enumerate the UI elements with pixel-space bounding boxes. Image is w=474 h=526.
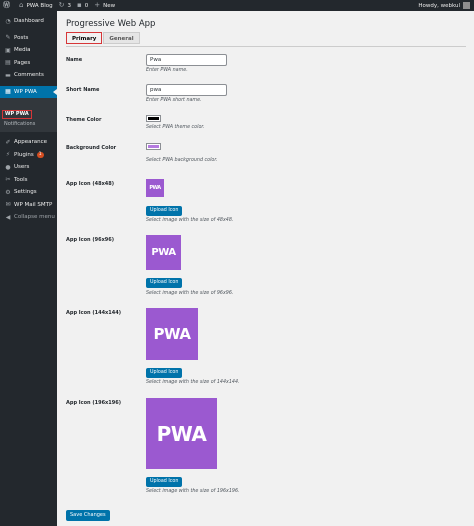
upload-icon-196-button[interactable]: Upload Icon bbox=[146, 477, 183, 487]
app-icon-144-description: Select image with the size of 144x144. bbox=[146, 380, 240, 385]
sidebar-item-label: Appearance bbox=[14, 139, 48, 146]
tab-primary[interactable]: Primary bbox=[66, 32, 103, 44]
pwa-menu-icon: ▦ bbox=[5, 88, 11, 96]
new-label: New bbox=[103, 2, 116, 9]
sidebar-item-label: Plugins bbox=[14, 151, 34, 158]
home-icon: ⌂ bbox=[19, 1, 24, 9]
background-color-picker[interactable] bbox=[146, 143, 161, 150]
theme-color-swatch bbox=[148, 117, 159, 120]
greeting: Howdy, webkul bbox=[418, 2, 460, 9]
theme-color-label: Theme Color bbox=[66, 117, 102, 123]
pwa-icon-96-preview: PWA bbox=[146, 235, 181, 270]
sidebar-item-label: Comments bbox=[14, 72, 44, 79]
settings-tabs: Primary General bbox=[66, 32, 141, 44]
name-input[interactable]: Pwa bbox=[146, 54, 227, 66]
sidebar-item-media[interactable]: ▣ Media bbox=[0, 44, 57, 57]
theme-color-picker[interactable] bbox=[146, 115, 161, 122]
sidebar-item-label: Dashboard bbox=[14, 18, 44, 25]
sidebar-item-posts[interactable]: ✎ Posts bbox=[0, 32, 57, 45]
app-icon-48-description: Select image with the size of 48x48. bbox=[146, 218, 234, 223]
short-name-label: Short Name bbox=[66, 87, 100, 93]
new-content-link[interactable]: + New bbox=[94, 0, 115, 11]
mail-icon: ✉ bbox=[5, 201, 11, 209]
sidebar-item-label: Media bbox=[14, 47, 31, 54]
wordpress-logo-icon[interactable]: Ⓦ bbox=[3, 0, 13, 11]
account-menu[interactable]: Howdy, webkul bbox=[418, 0, 470, 11]
sidebar-item-dashboard[interactable]: ◔ Dashboard bbox=[0, 15, 57, 28]
name-label: Name bbox=[66, 57, 83, 63]
sidebar-item-label: Collapse menu bbox=[14, 214, 55, 221]
short-name-description: Enter PWA short name. bbox=[146, 98, 202, 103]
sidebar-item-label: Settings bbox=[14, 189, 37, 196]
avatar bbox=[463, 2, 470, 9]
submenu-item-wp-pwa[interactable]: WP PWA bbox=[2, 110, 32, 119]
pwa-icon-48-preview: PWA bbox=[146, 179, 164, 197]
comments-link[interactable]: ▪ 0 bbox=[77, 0, 88, 11]
save-changes-button[interactable]: Save Changes bbox=[66, 510, 110, 521]
sidebar-item-settings[interactable]: ⚙ Settings bbox=[0, 186, 57, 199]
sidebar-item-label: WP PWA bbox=[14, 88, 37, 95]
sidebar-item-users[interactable]: ● Users bbox=[0, 161, 57, 174]
tabs-divider bbox=[66, 46, 466, 47]
app-icon-48-label: App Icon (48x48) bbox=[66, 181, 115, 187]
media-icon: ▣ bbox=[5, 46, 11, 54]
submenu-item-notifications[interactable]: Notifications bbox=[0, 119, 57, 129]
tab-general[interactable]: General bbox=[103, 32, 140, 44]
sidebar-item-comments[interactable]: ▬ Comments bbox=[0, 69, 57, 82]
updates-count: 3 bbox=[67, 2, 71, 9]
background-color-label: Background Color bbox=[66, 145, 117, 151]
brush-icon: ✐ bbox=[5, 138, 11, 146]
sidebar-item-wp-mail-smtp[interactable]: ✉ WP Mail SMTP bbox=[0, 199, 57, 212]
pin-icon: ✎ bbox=[5, 34, 11, 42]
upload-icon-96-button[interactable]: Upload Icon bbox=[146, 278, 183, 288]
pwa-icon-144-preview: PWA bbox=[146, 308, 198, 360]
app-icon-144-label: App Icon (144x144) bbox=[66, 310, 121, 316]
sidebar-item-label: Pages bbox=[14, 59, 31, 66]
background-color-description: Select PWA background color. bbox=[146, 158, 218, 163]
plugin-icon: ⚡ bbox=[5, 151, 11, 159]
sidebar-item-label: Users bbox=[14, 164, 30, 171]
updates-link[interactable]: ↻ 3 bbox=[59, 0, 71, 11]
short-name-input[interactable]: pwa bbox=[146, 84, 227, 96]
sidebar-item-appearance[interactable]: ✐ Appearance bbox=[0, 136, 57, 149]
sidebar-item-plugins[interactable]: ⚡ Plugins 1 bbox=[0, 149, 57, 162]
background-color-swatch bbox=[148, 145, 159, 148]
upload-icon-144-button[interactable]: Upload Icon bbox=[146, 368, 183, 378]
upload-icon-48-button[interactable]: Upload Icon bbox=[146, 206, 183, 216]
sidebar-item-label: Posts bbox=[14, 34, 29, 41]
app-icon-196-label: App Icon (196x196) bbox=[66, 400, 121, 406]
site-name-link[interactable]: ⌂ PWA Blog bbox=[19, 0, 53, 11]
plugins-update-badge: 1 bbox=[36, 151, 44, 158]
wrench-icon: ✂ bbox=[5, 176, 11, 184]
refresh-icon: ↻ bbox=[58, 1, 65, 9]
page-title: Progressive Web App bbox=[66, 19, 156, 29]
sidebar-item-label: WP Mail SMTP bbox=[14, 201, 53, 208]
sidebar-item-tools[interactable]: ✂ Tools bbox=[0, 174, 57, 187]
app-icon-96-description: Select image with the size of 96x96. bbox=[146, 291, 234, 296]
comment-icon: ▪ bbox=[76, 1, 82, 9]
user-icon: ● bbox=[5, 163, 11, 171]
sidebar-item-wp-pwa[interactable]: ▦ WP PWA bbox=[0, 85, 57, 98]
site-name: PWA Blog bbox=[26, 2, 53, 9]
app-icon-96-label: App Icon (96x96) bbox=[66, 237, 115, 243]
pages-icon: ▤ bbox=[5, 59, 11, 67]
sidebar-item-label: Tools bbox=[14, 176, 28, 183]
comment-icon: ▬ bbox=[5, 71, 11, 79]
theme-color-description: Select PWA theme color. bbox=[146, 125, 205, 130]
comments-count: 0 bbox=[84, 2, 89, 9]
dashboard-icon: ◔ bbox=[5, 17, 11, 25]
collapse-icon: ◀ bbox=[5, 213, 11, 221]
sidebar-item-pages[interactable]: ▤ Pages bbox=[0, 57, 57, 70]
collapse-menu-button[interactable]: ◀ Collapse menu bbox=[0, 211, 57, 224]
app-icon-196-description: Select image with the size of 196x196. bbox=[146, 489, 240, 494]
settings-icon: ⚙ bbox=[5, 188, 11, 196]
pwa-icon-196-preview: PWA bbox=[146, 398, 217, 469]
wp-pwa-submenu: WP PWA Notifications bbox=[0, 98, 57, 132]
admin-sidebar: ◔ Dashboard ✎ Posts ▣ Media ▤ Pages ▬ Co… bbox=[0, 11, 57, 526]
admin-bar: Ⓦ ⌂ PWA Blog ↻ 3 ▪ 0 + New Howdy, webkul bbox=[0, 0, 474, 11]
plus-icon: + bbox=[94, 1, 101, 9]
name-description: Enter PWA name. bbox=[146, 68, 188, 73]
